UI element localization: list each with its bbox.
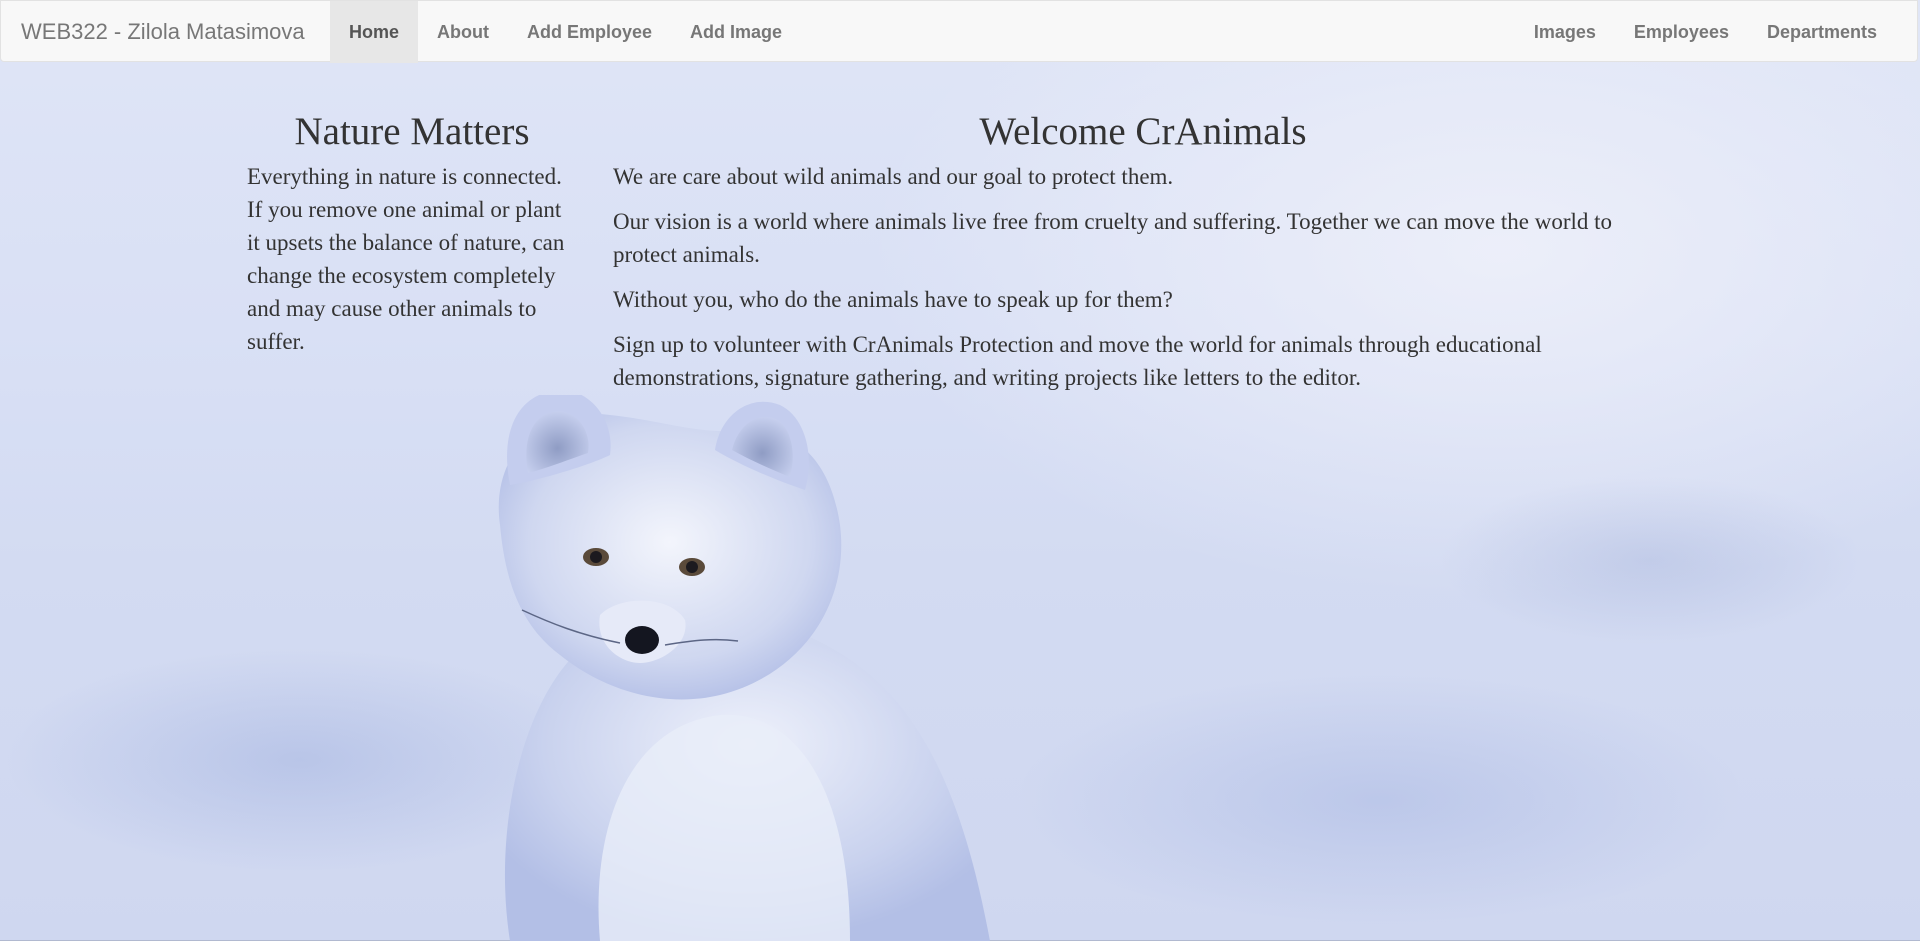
nav-about[interactable]: About: [418, 1, 508, 63]
nav-employees[interactable]: Employees: [1615, 1, 1748, 63]
welcome-paragraph-1: We are care about wild animals and our g…: [613, 164, 1174, 189]
welcome-paragraph-4: Sign up to volunteer with CrAnimals Prot…: [613, 332, 1542, 390]
nature-matters-heading: Nature Matters: [294, 110, 530, 153]
welcome-paragraph-3: Without you, who do the animals have to …: [613, 287, 1173, 312]
arctic-fox-background-image: [498, 395, 990, 941]
nature-matters-section: Nature Matters Everything in nature is c…: [247, 110, 577, 370]
nav-add-image[interactable]: Add Image: [671, 1, 801, 63]
welcome-paragraph-2: Our vision is a world where animals live…: [613, 209, 1613, 267]
nav-add-employee[interactable]: Add Employee: [508, 1, 671, 63]
welcome-heading: Welcome CrAnimals: [979, 110, 1307, 153]
nav-right-links: Images Employees Departments: [1515, 1, 1896, 63]
nav-departments[interactable]: Departments: [1748, 1, 1896, 63]
nature-matters-paragraph: Everything in nature is connected. If yo…: [247, 164, 565, 354]
top-navbar: WEB322 - Zilola Matasimova Home About Ad…: [0, 0, 1918, 63]
nav-images[interactable]: Images: [1515, 1, 1615, 63]
nav-left-links: Home About Add Employee Add Image: [330, 1, 801, 63]
welcome-section: Welcome CrAnimals We are care about wild…: [613, 110, 1673, 406]
brand-link[interactable]: WEB322 - Zilola Matasimova: [21, 1, 305, 63]
nav-home[interactable]: Home: [330, 1, 419, 63]
